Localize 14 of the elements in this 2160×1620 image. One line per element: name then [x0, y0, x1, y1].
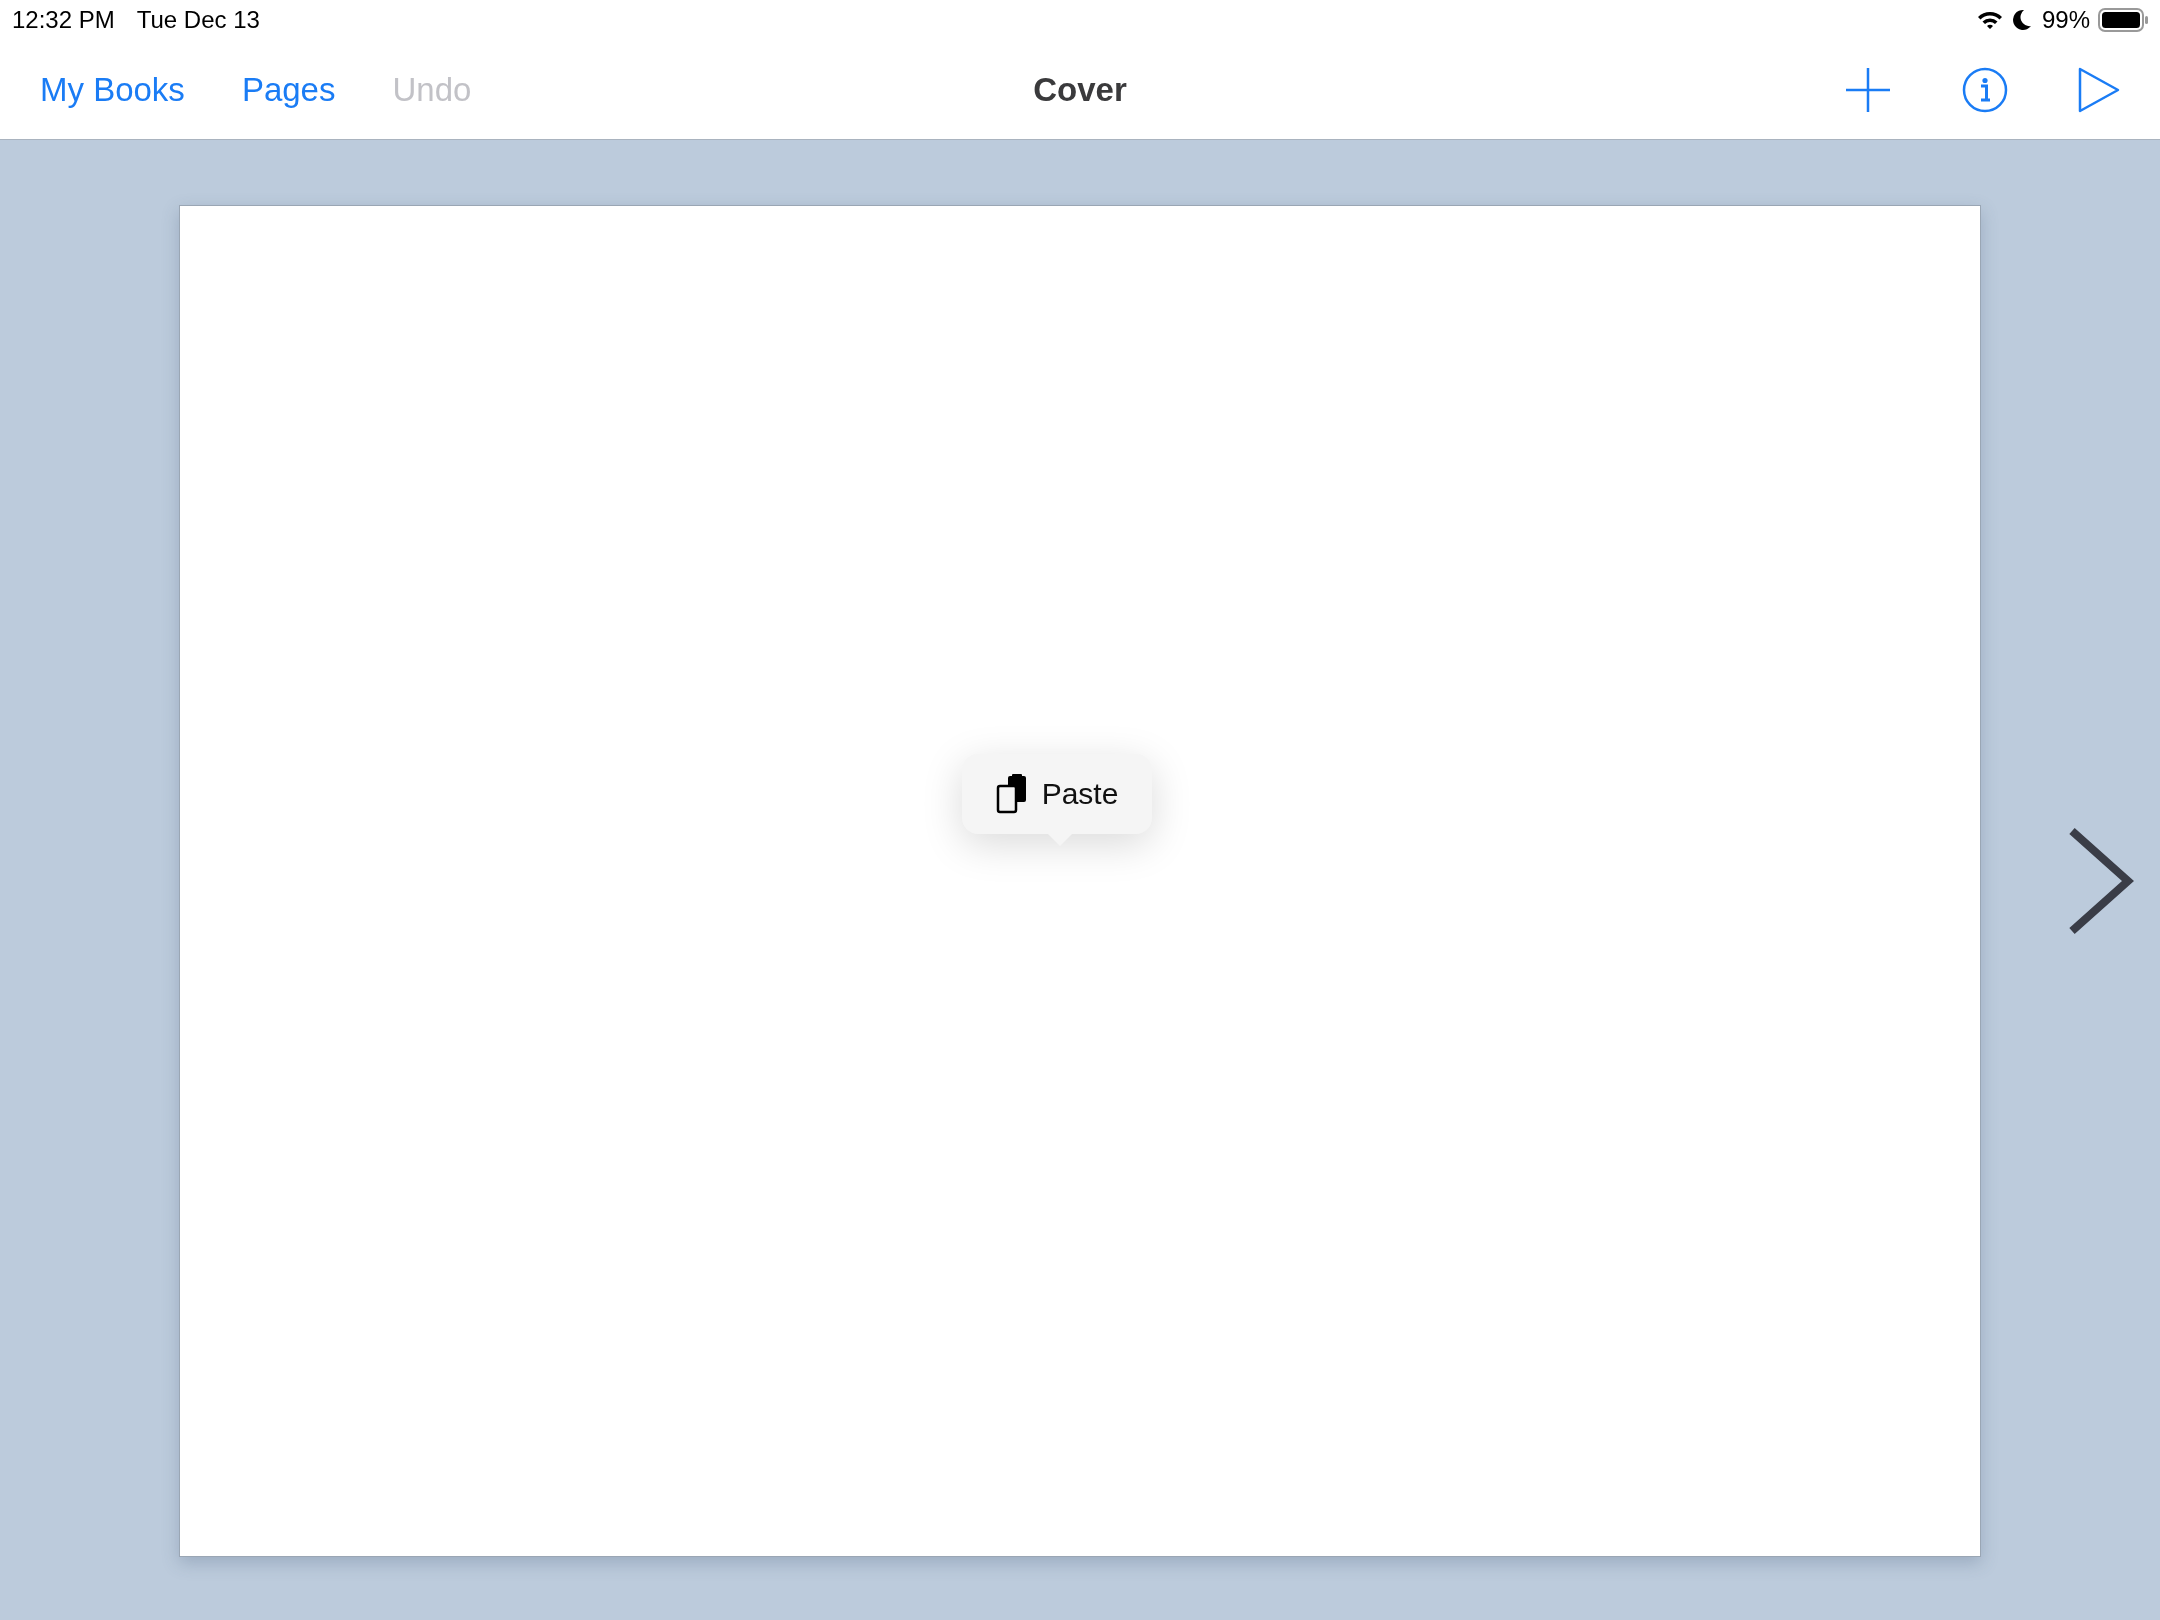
play-icon[interactable]: [2078, 66, 2120, 113]
next-page-chevron-icon[interactable]: [2068, 827, 2134, 935]
nav-link[interactable]: Pages: [241, 70, 336, 109]
moon-icon: [2011, 9, 2032, 31]
add-icon[interactable]: [1844, 65, 1892, 114]
book-page[interactable]: Paste: [179, 205, 1981, 1557]
page-title: Cover: [1033, 70, 1127, 109]
status-date: Tue Dec 13: [136, 6, 260, 34]
battery-icon: [2098, 8, 2148, 32]
nav-link[interactable]: My Books: [40, 70, 185, 109]
battery-percentage: 99%: [2041, 6, 2090, 34]
info-icon[interactable]: [1962, 66, 2008, 113]
status-time: 12:32 PM: [12, 6, 115, 34]
paste-icon: [995, 774, 1028, 814]
